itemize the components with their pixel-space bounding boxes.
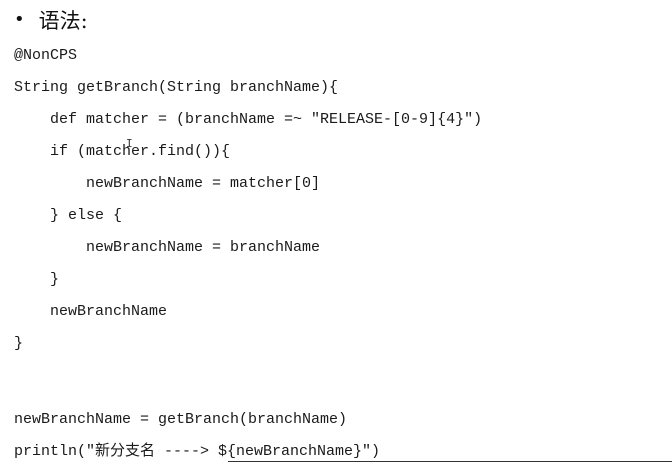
syntax-title: 语法: [38, 9, 88, 33]
code-line-return: newBranchName [50, 303, 168, 320]
code-line-else: } else { [50, 207, 123, 224]
code-line-assign-default: newBranchName = branchName [86, 239, 321, 256]
syntax-heading: • 语法: [14, 4, 88, 36]
code-line-close-function: } [14, 335, 24, 352]
bullet-icon: • [14, 8, 25, 30]
code-line-assign-match: newBranchName = matcher[0] [86, 175, 321, 192]
code-line-if: if (matcher.find()){ [50, 143, 231, 160]
underline-rule [228, 461, 672, 462]
code-line-close-if: } [50, 271, 60, 288]
code-line-matcher-def: def matcher = (branchName =~ "RELEASE-[0… [50, 111, 483, 128]
code-line-function-signature: String getBranch(String branchName){ [14, 79, 339, 96]
text-cursor-icon: I [126, 137, 133, 150]
code-line-annotation: @NonCPS [14, 47, 78, 64]
code-line-call: newBranchName = getBranch(branchName) [14, 411, 348, 428]
